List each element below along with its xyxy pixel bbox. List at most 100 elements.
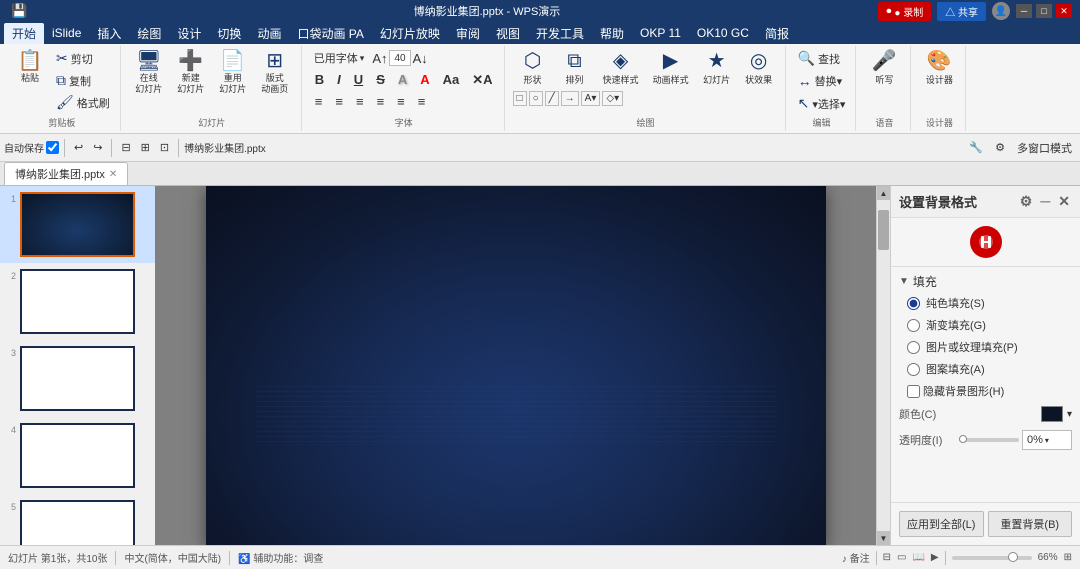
font-size-up-button[interactable]: A↑ (372, 51, 387, 66)
panel-red-icon-button[interactable] (970, 226, 1002, 258)
anim-style-button[interactable]: ▶ 动画样式 (647, 48, 695, 89)
scrollbar-down-button[interactable]: ▼ (877, 531, 890, 545)
color-swatch[interactable] (1041, 406, 1063, 422)
fill-section-header[interactable]: ▼ 填充 (891, 267, 1080, 292)
arrange-button[interactable]: ⧉ 排列 (555, 48, 595, 89)
scrollbar-thumb[interactable] (878, 210, 889, 250)
select-button[interactable]: ↖ ▾选择▾ (794, 93, 850, 114)
picture-fill-option[interactable]: 图片或纹理填充(P) (891, 336, 1080, 358)
font-size-down-button[interactable]: A↓ (413, 51, 428, 66)
font-name-button[interactable]: 已用字体 ▾ (310, 48, 369, 68)
reset-bg-button[interactable]: 重置背景(B) (988, 511, 1073, 537)
canvas-area[interactable] (155, 186, 876, 545)
transparency-value-input[interactable]: 0% ▾ (1022, 430, 1072, 450)
slide-thumb-3[interactable]: 3 (0, 340, 155, 417)
gradient-fill-option[interactable]: 渐变填充(G) (891, 314, 1080, 336)
menu-item-help[interactable]: 帮助 (592, 23, 632, 44)
pattern-fill-radio[interactable] (907, 363, 920, 376)
view-fullscreen-icon[interactable]: ▶ (931, 552, 939, 563)
slide-thumb-2[interactable]: 2 (0, 263, 155, 340)
copy-button[interactable]: ⧉复制 (52, 70, 114, 91)
menu-item-insert[interactable]: 插入 (89, 23, 129, 44)
cut-button[interactable]: ✂剪切 (52, 48, 114, 69)
slide-thumb-5[interactable]: 5 (0, 494, 155, 545)
menu-item-slideshow[interactable]: 幻灯片放映 (372, 23, 448, 44)
canvas-vertical-scrollbar[interactable]: ▲ ▼ (876, 186, 890, 545)
redo-toolbar-btn[interactable]: ↪ (89, 139, 106, 156)
quick-style-button[interactable]: ◈ 快速样式 (597, 48, 645, 89)
document-tab[interactable]: 博纳影业集团.pptx ✕ (4, 162, 128, 185)
tools-btn[interactable]: 🔧 (965, 139, 987, 156)
font-size-input[interactable]: 40 (389, 50, 410, 66)
menu-item-pa[interactable]: 口袋动画 PA (289, 23, 371, 44)
scrollbar-track[interactable] (877, 200, 890, 531)
justify-button[interactable]: ≡ (372, 92, 390, 112)
menu-item-okp11[interactable]: OKP 11 (632, 24, 689, 42)
fit-button[interactable]: ⊞ (1064, 552, 1072, 563)
menu-item-islide[interactable]: iSlide (44, 24, 89, 42)
anim-effect-button[interactable]: ★ 幻灯片 (697, 48, 737, 89)
bold-button[interactable]: B (310, 70, 329, 90)
hide-background-option[interactable]: 隐藏背景图形(H) (891, 380, 1080, 402)
menu-item-devtools[interactable]: 开发工具 (528, 23, 592, 44)
online-slide-button[interactable]: 🖥 在线幻灯片 (129, 48, 169, 98)
font-size-aa-button[interactable]: Aa (438, 70, 465, 90)
replace-button[interactable]: ↔ 替换▾ (794, 71, 847, 91)
align-right-button[interactable]: ≡ (351, 92, 369, 112)
quick-save-icon[interactable]: 💾 (8, 2, 30, 20)
menu-item-view[interactable]: 视图 (488, 23, 528, 44)
panel-minimize-icon[interactable]: ─ (1038, 193, 1052, 210)
quick-undo-icon[interactable]: ↩ (33, 2, 50, 20)
color-dropdown-btn[interactable]: ▾ (1067, 409, 1072, 420)
transparency-slider[interactable] (959, 438, 1019, 442)
quick-redo-icon[interactable]: ↪ (53, 2, 70, 20)
undo-toolbar-btn[interactable]: ↩ (70, 139, 87, 156)
panel-close-icon[interactable]: ✕ (1056, 193, 1072, 210)
list-bullet-button[interactable]: ≡ (392, 92, 410, 112)
apply-all-button[interactable]: 应用到全部(L) (899, 511, 984, 537)
notes-button[interactable]: ♪ 备注 (842, 550, 870, 565)
menu-item-design[interactable]: 设计 (169, 23, 209, 44)
fill-color-btn[interactable]: A▾ (581, 91, 601, 106)
solid-fill-radio[interactable] (907, 297, 920, 310)
shape-arrow[interactable]: → (561, 91, 579, 106)
user-avatar[interactable]: 👤 (992, 2, 1010, 20)
status-effect-button[interactable]: ◎ 状效果 (739, 48, 779, 89)
gradient-fill-radio[interactable] (907, 319, 920, 332)
font-color-button[interactable]: A (415, 70, 434, 90)
clear-format-button[interactable]: ✕A (467, 70, 497, 90)
shadow-button[interactable]: A (393, 70, 412, 90)
shape-rect[interactable]: □ (513, 91, 527, 106)
menu-item-ok10gc[interactable]: OK10 GC (689, 24, 757, 42)
shape-line[interactable]: ╱ (545, 91, 559, 106)
transparency-slider-thumb[interactable] (959, 435, 967, 443)
shapes-button[interactable]: ⬡ 形状 (513, 48, 553, 89)
view-toggle-btn[interactable]: ⊟ (117, 139, 134, 156)
listen-button[interactable]: 🎤 听写 (864, 48, 904, 89)
scrollbar-up-button[interactable]: ▲ (877, 186, 890, 200)
share-button[interactable]: △ 共享 (937, 2, 986, 21)
italic-button[interactable]: I (332, 70, 346, 90)
grid-btn[interactable]: ⊞ (137, 139, 154, 156)
find-button[interactable]: 🔍 查找 (794, 48, 844, 69)
menu-item-start[interactable]: 开始 (4, 23, 44, 44)
view-read-icon[interactable]: 📖 (912, 552, 924, 563)
menu-item-jianbao[interactable]: 简报 (757, 23, 797, 44)
autosave-checkbox[interactable] (46, 141, 59, 154)
align-center-button[interactable]: ≡ (330, 92, 348, 112)
outline-color-btn[interactable]: ◇▾ (602, 91, 623, 106)
quick-print-icon[interactable]: 🖨 (73, 2, 96, 20)
view-normal-icon[interactable]: ⊟ (883, 552, 891, 563)
settings-btn[interactable]: ⚙ (991, 139, 1009, 156)
menu-item-switch[interactable]: 切换 (209, 23, 249, 44)
menu-item-review[interactable]: 审阅 (448, 23, 488, 44)
format-painter-button[interactable]: 🖌格式刷 (52, 92, 114, 113)
multiwindow-label[interactable]: 多窗口模式 (1013, 138, 1076, 158)
layout-button[interactable]: ⊞ 版式动画页 (255, 48, 295, 98)
hide-background-checkbox[interactable] (907, 385, 920, 398)
slide-scroll-area[interactable]: 1 2 3 (0, 186, 155, 545)
zoom-slider[interactable] (952, 556, 1032, 560)
view-slide-icon[interactable]: ▭ (897, 552, 906, 563)
slide-thumb-4[interactable]: 4 (0, 417, 155, 494)
solid-fill-option[interactable]: 纯色填充(S) (891, 292, 1080, 314)
